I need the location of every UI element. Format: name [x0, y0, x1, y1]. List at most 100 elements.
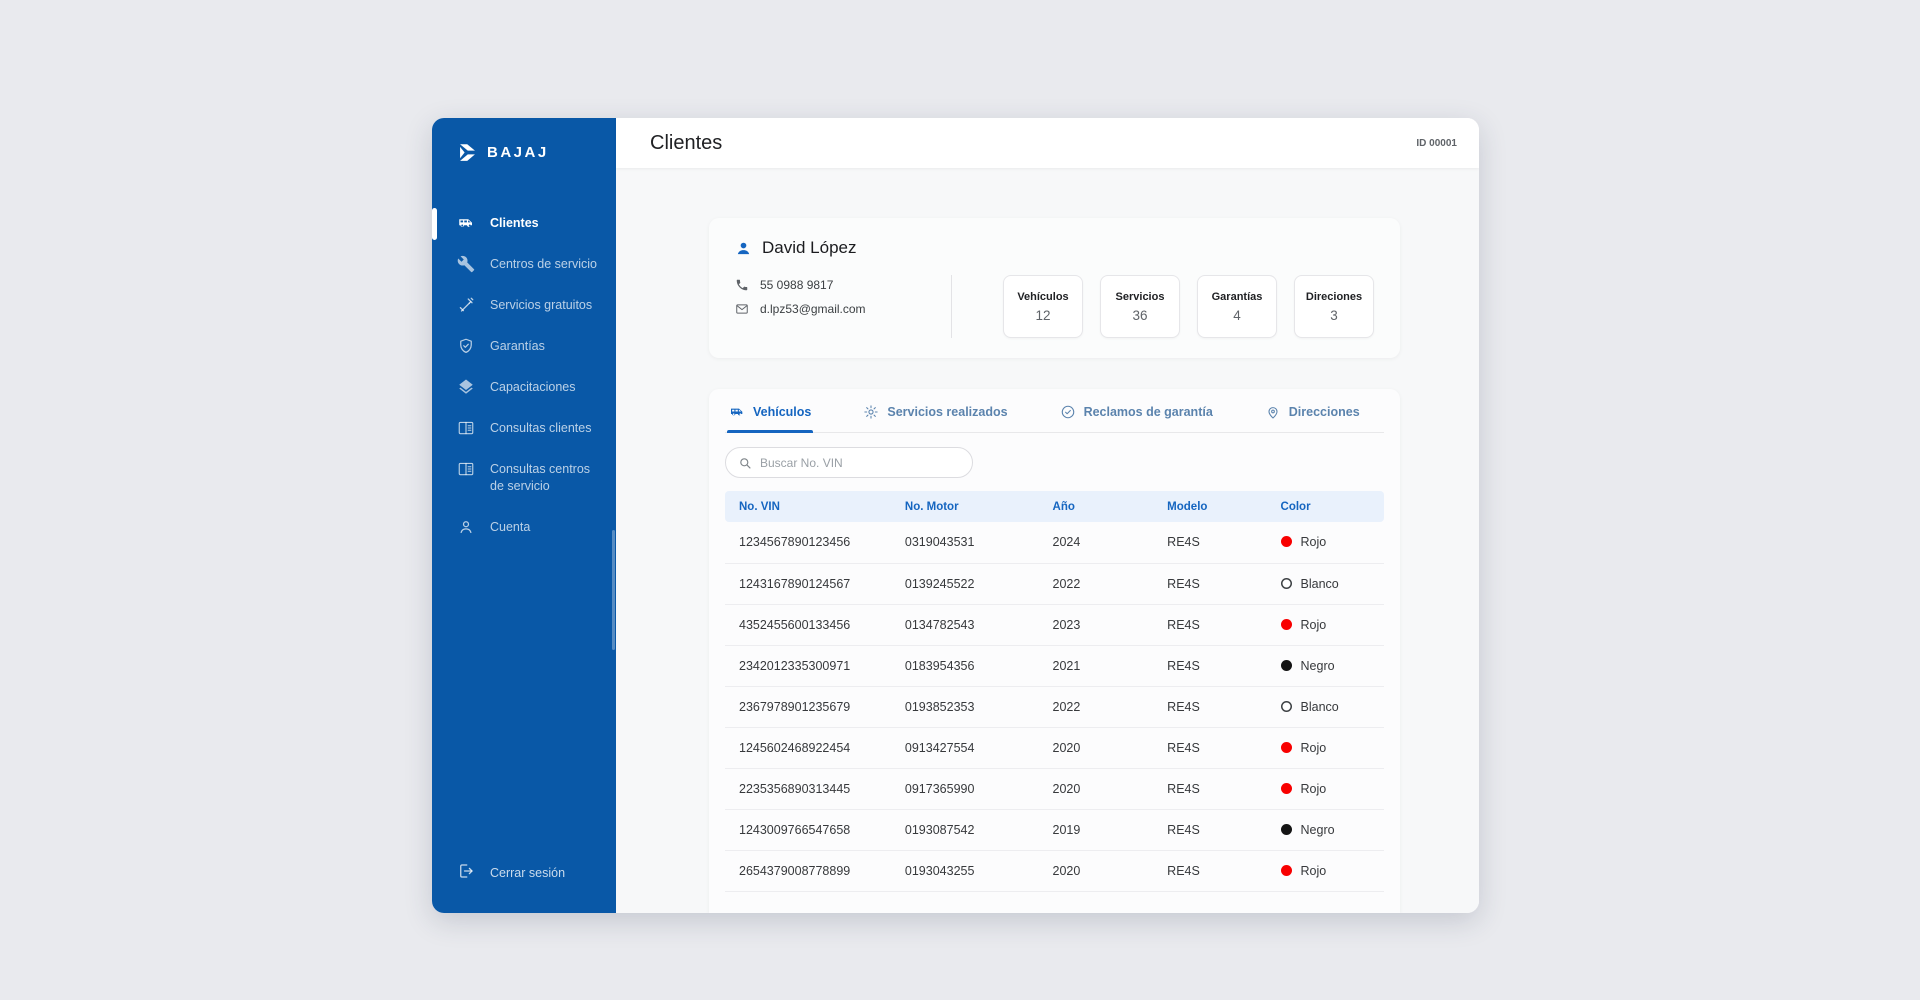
person-icon — [457, 518, 475, 536]
cell-year: 2022 — [1053, 686, 1168, 727]
cell-vin: 2654379008778899 — [725, 850, 905, 891]
sidebar-item-label: Garantías — [490, 338, 545, 355]
search-box[interactable] — [725, 447, 973, 478]
cell-color: Rojo — [1281, 850, 1384, 891]
table-row[interactable]: 223535689031344509173659902020RE4SRojo — [725, 768, 1384, 809]
cell-color: Rojo — [1281, 522, 1384, 563]
cell-motor: 0193043255 — [905, 850, 1053, 891]
topbar: Clientes ID 00001 — [616, 118, 1479, 168]
color-label: Rojo — [1301, 535, 1327, 549]
app-window: BAJAJ ClientesCentros de servicioServici… — [432, 118, 1479, 913]
customer-phone: 55 0988 9817 — [760, 278, 833, 292]
cell-vin: 1243009766547658 — [725, 809, 905, 850]
cell-color: Rojo — [1281, 727, 1384, 768]
sidebar-item-label: Servicios gratuitos — [490, 297, 592, 314]
tab-label: Vehículos — [753, 405, 811, 419]
cell-model: RE4S — [1167, 686, 1280, 727]
color-label: Rojo — [1301, 782, 1327, 796]
table-row[interactable]: 124300976654765801930875422019RE4SNegro — [725, 809, 1384, 850]
color-dot-red — [1281, 783, 1292, 794]
logout-button[interactable]: Cerrar sesión — [432, 862, 616, 913]
sidebar-item-label: Consultas clientes — [490, 420, 591, 437]
wrench-icon — [457, 255, 475, 273]
cell-vin: 4352455600133456 — [725, 604, 905, 645]
van-icon — [457, 214, 475, 232]
sidebar-item-garant-as[interactable]: Garantías — [432, 326, 616, 367]
color-label: Negro — [1301, 659, 1335, 673]
customer-info-row: 55 0988 9817 d.lpz53@gmail.com Vehículos… — [735, 275, 1374, 338]
color-label: Rojo — [1301, 618, 1327, 632]
cell-year: 2020 — [1053, 727, 1168, 768]
person-icon — [735, 240, 752, 257]
cell-year: 2020 — [1053, 768, 1168, 809]
table-body: 123456789012345603190435312024RE4SRojo12… — [725, 522, 1384, 891]
cell-color: Blanco — [1281, 686, 1384, 727]
sidebar-item-capacitaciones[interactable]: Capacitaciones — [432, 367, 616, 408]
cell-year: 2023 — [1053, 604, 1168, 645]
stat-value: 36 — [1132, 308, 1147, 323]
table-row[interactable]: 123456789012345603190435312024RE4SRojo — [725, 522, 1384, 563]
color-dot-red — [1281, 536, 1292, 547]
cell-motor: 0193087542 — [905, 809, 1053, 850]
cell-year: 2024 — [1053, 522, 1168, 563]
stat-label: Direciones — [1306, 291, 1362, 303]
table-row[interactable]: 124560246892245409134275542020RE4SRojo — [725, 727, 1384, 768]
color-dot-red — [1281, 865, 1292, 876]
stat-value: 12 — [1035, 308, 1050, 323]
record-id-badge: ID 00001 — [1416, 138, 1457, 149]
tab-reclamos-de-garant-a[interactable]: Reclamos de garantía — [1058, 389, 1215, 432]
sidebar: BAJAJ ClientesCentros de servicioServici… — [432, 118, 616, 913]
sidebar-item-label: Clientes — [490, 215, 539, 232]
column-header-no-motor: No. Motor — [905, 491, 1053, 522]
stat-label: Vehículos — [1017, 291, 1068, 303]
tab-servicios-realizados[interactable]: Servicios realizados — [861, 389, 1009, 432]
sidebar-item-label: Capacitaciones — [490, 379, 575, 396]
sidebar-menu: Clientes Centros de servicio Servicios gra… — [432, 203, 616, 548]
mail-icon — [735, 302, 749, 316]
color-dot-black — [1281, 660, 1292, 671]
cell-year: 2021 — [1053, 645, 1168, 686]
cell-color: Rojo — [1281, 768, 1384, 809]
customer-email: d.lpz53@gmail.com — [760, 302, 866, 316]
sidebar-item-clientes[interactable]: Clientes — [432, 203, 616, 244]
stat-card-veh-culos: Vehículos 12 — [1003, 275, 1083, 338]
cell-year: 2022 — [1053, 563, 1168, 604]
sidebar-item-centros-de-servicio[interactable]: Centros de servicio — [432, 244, 616, 285]
pin-icon — [1265, 404, 1281, 420]
column-header-no-vin: No. VIN — [725, 491, 905, 522]
table-row[interactable]: 124316789012456701392455222022RE4SBlanco — [725, 563, 1384, 604]
tab-direcciones[interactable]: Direcciones — [1263, 389, 1362, 432]
table-row[interactable]: 236797890123567901938523532022RE4SBlanco — [725, 686, 1384, 727]
cell-color: Rojo — [1281, 604, 1384, 645]
vertical-divider — [951, 275, 952, 338]
cell-motor: 0134782543 — [905, 604, 1053, 645]
search-input[interactable] — [760, 456, 960, 470]
stat-value: 4 — [1233, 308, 1241, 323]
table-row[interactable]: 435245560013345601347825432023RE4SRojo — [725, 604, 1384, 645]
sidebar-item-label: Centros de servicio — [490, 256, 597, 273]
column-header-a-o: Año — [1053, 491, 1168, 522]
bajaj-wing-icon — [457, 142, 478, 163]
color-dot-red — [1281, 619, 1292, 630]
column-header-color: Color — [1281, 491, 1384, 522]
email-line: d.lpz53@gmail.com — [735, 302, 866, 316]
tab-bar: Vehículos Servicios realizados Reclamos de… — [725, 389, 1384, 433]
sidebar-item-consultas-clientes[interactable]: Consultas clientes — [432, 408, 616, 449]
table-row[interactable]: 265437900877889901930432552020RE4SRojo — [725, 850, 1384, 891]
logout-icon — [457, 862, 475, 883]
stat-value: 3 — [1330, 308, 1338, 323]
active-indicator — [432, 208, 437, 240]
cell-motor: 0917365990 — [905, 768, 1053, 809]
sidebar-item-label: Cuenta — [490, 519, 530, 536]
tab-veh-culos[interactable]: Vehículos — [727, 389, 813, 432]
logout-label: Cerrar sesión — [490, 866, 565, 880]
stat-label: Servicios — [1116, 291, 1165, 303]
tab-label: Reclamos de garantía — [1084, 405, 1213, 419]
sidebar-scrollbar[interactable] — [612, 530, 615, 650]
sidebar-item-consultas-centros-de-servicio[interactable]: Consultas centros de servicio — [432, 449, 616, 507]
table-row[interactable]: 234201233530097101839543562021RE4SNegro — [725, 645, 1384, 686]
sidebar-item-cuenta[interactable]: Cuenta — [432, 507, 616, 548]
stats-row: Vehículos12Servicios36Garantías4Direcion… — [1003, 275, 1374, 338]
sidebar-item-servicios-gratuitos[interactable]: Servicios gratuitos — [432, 285, 616, 326]
main-area: Clientes ID 00001 David López 55 0988 98… — [616, 118, 1479, 913]
